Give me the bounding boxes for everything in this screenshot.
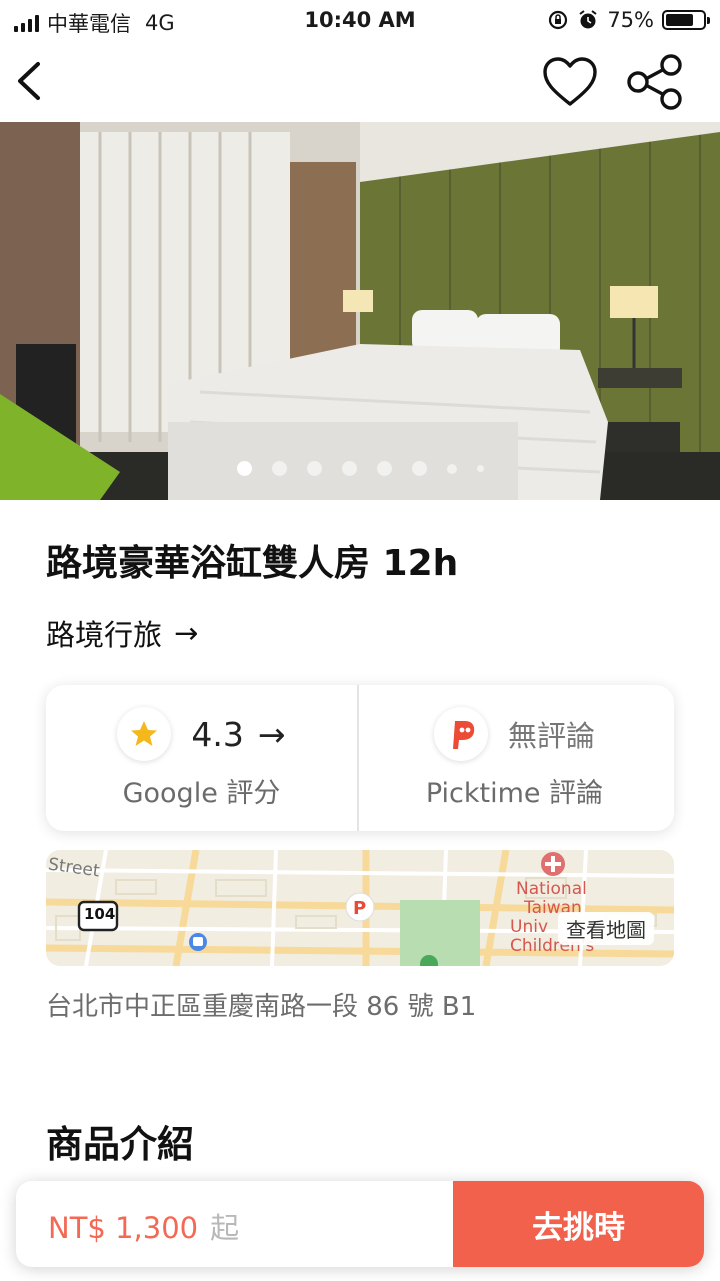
- battery-percent: 75%: [607, 8, 654, 32]
- picktime-status: 無評論: [507, 719, 595, 753]
- back-button[interactable]: [10, 58, 50, 104]
- picktime-rating[interactable]: 無評論 Picktime 評論: [359, 685, 670, 831]
- status-right: 75%: [547, 8, 710, 32]
- share-icon: [627, 54, 682, 110]
- brand-link[interactable]: 路境行旅 →: [46, 612, 198, 654]
- product-title: 路境豪華浴缸雙人房 12h: [46, 543, 459, 584]
- carousel-dot[interactable]: [306, 461, 322, 476]
- location-map[interactable]: P Street 104 National Taiwan Univ Childr…: [46, 850, 674, 966]
- carousel-dot[interactable]: [271, 461, 287, 476]
- map-route-label: 104: [84, 905, 116, 923]
- rotation-lock-icon: [549, 10, 568, 30]
- price-suffix: 起: [210, 1211, 240, 1245]
- choose-time-button[interactable]: 去挑時: [453, 1181, 704, 1267]
- star-icon: [117, 707, 172, 761]
- carousel-dot[interactable]: [236, 461, 252, 476]
- battery-icon: [662, 10, 710, 30]
- google-rating[interactable]: 4.3 → Google 評分: [46, 685, 357, 831]
- alarm-icon: [579, 10, 597, 29]
- google-score: 4.3: [191, 714, 244, 754]
- carousel-dot[interactable]: [476, 465, 484, 472]
- room-photo: [0, 122, 720, 500]
- chevron-left-icon: [18, 62, 40, 100]
- carousel-dot[interactable]: [376, 461, 392, 476]
- picktime-rating-label: Picktime 評論: [425, 778, 604, 809]
- arrow-right-icon: →: [174, 616, 199, 650]
- hotel-address: 台北市中正區重慶南路一段 86 號 B1: [46, 992, 477, 1022]
- booking-bar: NT$ 1,300 起 去挑時: [16, 1181, 704, 1267]
- brand-name: 路境行旅: [46, 618, 163, 652]
- heart-icon: [543, 57, 597, 106]
- map-pin-label: P: [353, 898, 366, 919]
- picktime-logo-icon: [433, 707, 488, 761]
- room-photo-carousel[interactable]: [0, 122, 720, 500]
- price-display: NT$ 1,300 起: [48, 1205, 239, 1247]
- favorite-button[interactable]: [540, 54, 600, 110]
- status-bar: 中華電信 4G 10:40 AM 75%: [0, 0, 720, 40]
- price-amount: NT$ 1,300: [48, 1211, 199, 1245]
- carousel-dot[interactable]: [446, 463, 457, 474]
- carousel-dot[interactable]: [411, 461, 427, 476]
- rating-card: 4.3 → Google 評分 無評論 Picktime 評論: [46, 685, 674, 831]
- carousel-dot[interactable]: [341, 461, 357, 476]
- share-button[interactable]: [624, 54, 686, 110]
- google-rating-label: Google 評分: [122, 778, 281, 809]
- view-map-button[interactable]: 查看地圖: [558, 912, 654, 945]
- product-intro-title: 商品介紹: [46, 1123, 194, 1166]
- arrow-right-icon: →: [257, 714, 286, 754]
- carousel-indicators: [0, 461, 720, 476]
- nav-bar: [0, 40, 720, 122]
